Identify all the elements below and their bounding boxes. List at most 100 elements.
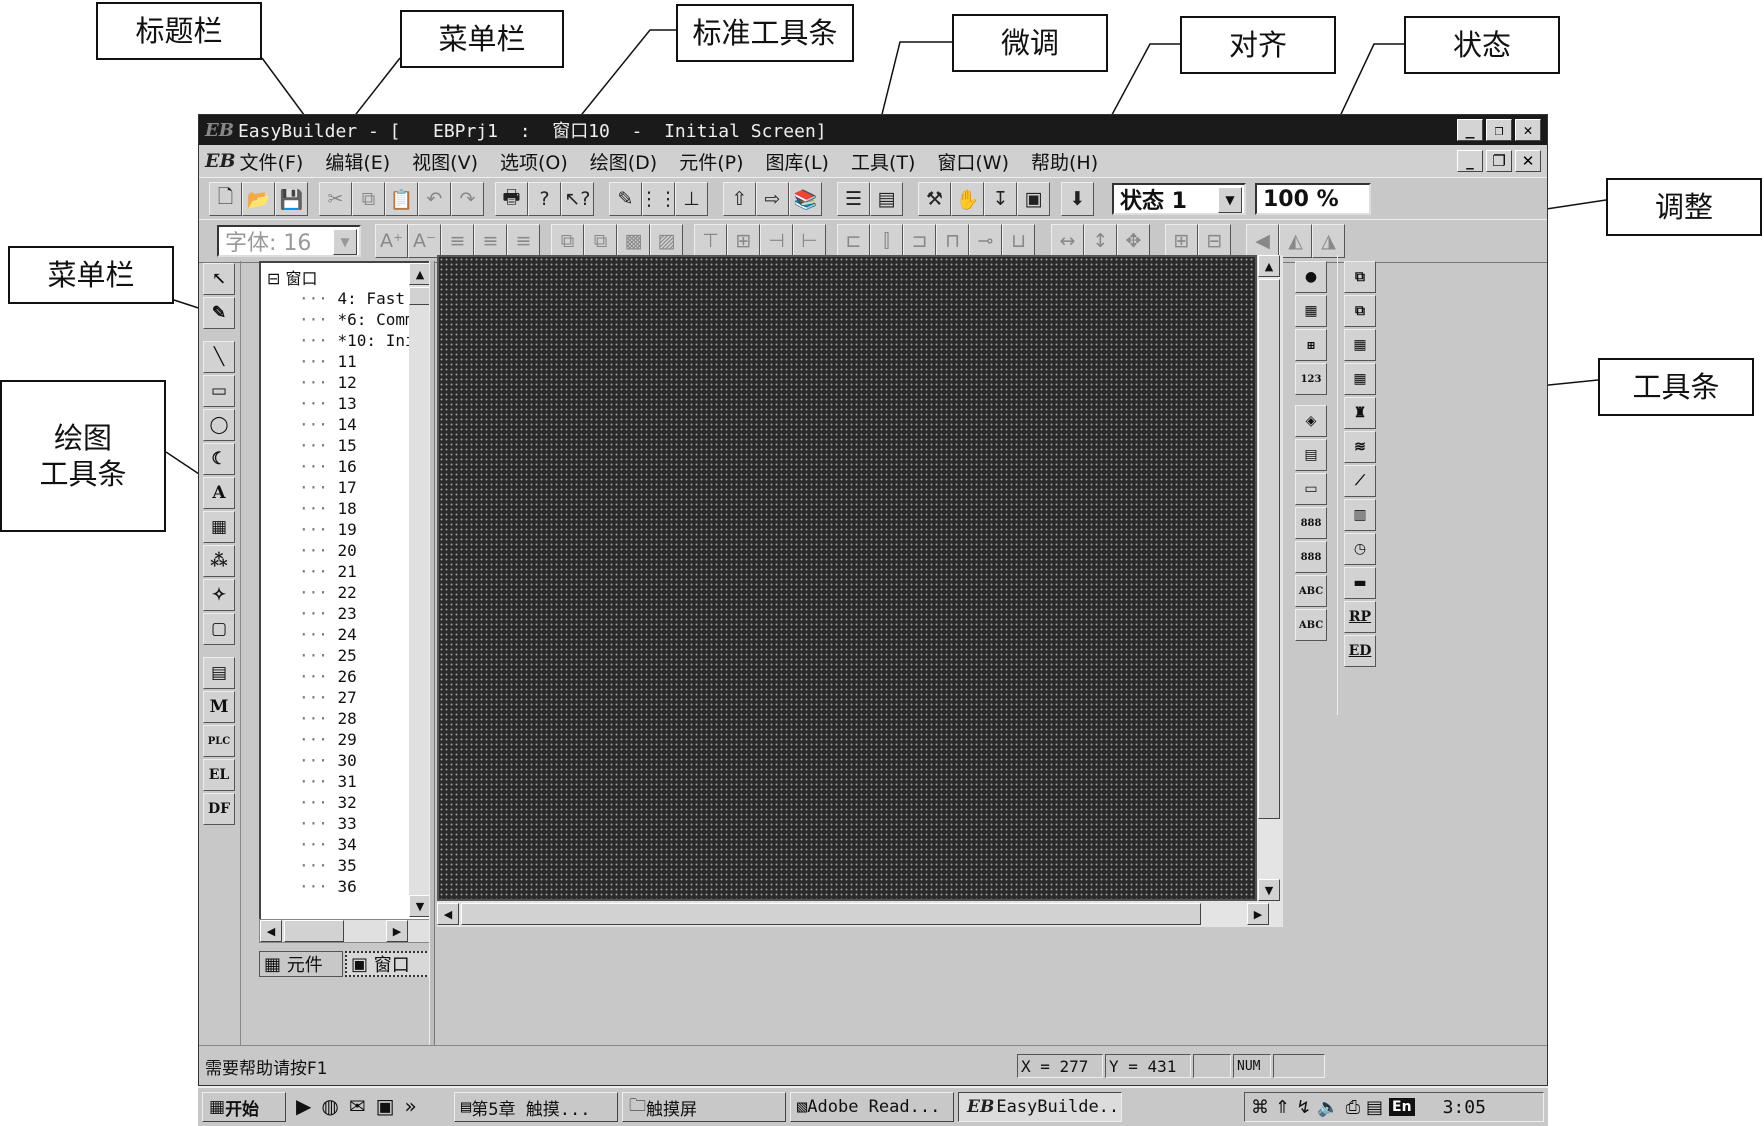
- tree-item[interactable]: ··· 31: [299, 772, 357, 793]
- start-button[interactable]: ▦ 开始: [202, 1092, 286, 1122]
- arc-icon[interactable]: ☾: [203, 443, 235, 475]
- tray-hook-icon[interactable]: ↯: [1296, 1097, 1311, 1118]
- same-size-icon[interactable]: ✥: [1117, 224, 1150, 258]
- tree-item[interactable]: ··· *6: Comme: [299, 310, 424, 331]
- align-top-icon[interactable]: ⊓: [936, 224, 969, 258]
- doc-restore-button[interactable]: ❐: [1486, 150, 1512, 172]
- nudge-right-icon[interactable]: ⊢: [793, 224, 826, 258]
- select-arrow-icon[interactable]: ↖: [203, 263, 235, 295]
- font-larger-icon[interactable]: A⁺: [375, 224, 408, 258]
- message-display-icon[interactable]: ▦: [1344, 329, 1376, 361]
- menu-draw[interactable]: 绘图(D): [590, 148, 657, 175]
- window-layers-icon[interactable]: ⧉: [1344, 295, 1376, 327]
- tree-item[interactable]: ··· 27: [299, 688, 357, 709]
- quick-launch-more[interactable]: »: [405, 1094, 417, 1122]
- scroll-left-icon[interactable]: ◀: [260, 920, 282, 942]
- polygon-icon[interactable]: ✧: [203, 579, 235, 611]
- note-icon[interactable]: ▤: [203, 657, 235, 689]
- tree-item[interactable]: ··· 33: [299, 814, 357, 835]
- tree-item[interactable]: ··· 34: [299, 835, 357, 856]
- list-icon[interactable]: ☰: [837, 182, 870, 216]
- send-back-icon[interactable]: ⧉: [584, 224, 617, 258]
- line-icon[interactable]: ╲: [203, 341, 235, 373]
- align-right-icon[interactable]: ≡: [507, 224, 540, 258]
- pane-splitter[interactable]: [429, 261, 435, 1045]
- save-icon[interactable]: 💾: [275, 182, 308, 216]
- restore-button[interactable]: ❐: [1486, 119, 1512, 141]
- indirect-window-icon[interactable]: ◈: [1295, 405, 1327, 437]
- tree-item[interactable]: ··· 28: [299, 709, 357, 730]
- menu-options[interactable]: 选项(O): [500, 148, 568, 175]
- align-left-edge-icon[interactable]: ⊏: [837, 224, 870, 258]
- tree-hscrollbar[interactable]: ◀ ▶: [259, 919, 431, 943]
- tree-item[interactable]: ··· 32: [299, 793, 357, 814]
- ascii-input-icon[interactable]: ABC: [1295, 609, 1327, 641]
- bar-graph-icon[interactable]: ▥: [1344, 499, 1376, 531]
- tree-item[interactable]: ··· 22: [299, 583, 357, 604]
- tree-item[interactable]: ··· 17: [299, 478, 357, 499]
- align-left-icon[interactable]: ≡: [441, 224, 474, 258]
- bring-front-icon[interactable]: ⧉: [551, 224, 584, 258]
- tray-network-icon[interactable]: ⌘: [1251, 1097, 1269, 1118]
- align-vcenter-icon[interactable]: ⊸: [969, 224, 1002, 258]
- task-folder[interactable]: 🗀 触摸屏: [622, 1092, 786, 1122]
- menu-tools[interactable]: 工具(T): [851, 148, 915, 175]
- title-bar[interactable]: EB EasyBuilder - [ EBPrj1 : 窗口10 - Initi…: [199, 115, 1547, 145]
- ascii-display-icon[interactable]: ABC: [1295, 575, 1327, 607]
- scroll-up-icon[interactable]: ▲: [409, 263, 431, 285]
- frame-icon[interactable]: ▢: [203, 613, 235, 645]
- circle-icon[interactable]: ◯: [203, 409, 235, 441]
- numeric-input-b-icon[interactable]: 888: [1295, 541, 1327, 573]
- printer-config-icon[interactable]: ▣: [1017, 182, 1050, 216]
- tree-item[interactable]: ··· 4: Fast: [299, 289, 405, 310]
- fine-tune-icon[interactable]: ⇨: [756, 182, 789, 216]
- desktop-icon[interactable]: ▣: [376, 1094, 395, 1122]
- xy-plot-icon[interactable]: ⟋: [1344, 465, 1376, 497]
- tree-item[interactable]: ··· 35: [299, 856, 357, 877]
- tree-item[interactable]: ··· 15: [299, 436, 357, 457]
- task-easybuilder[interactable]: EB EasyBuilde...: [958, 1092, 1122, 1122]
- brush-icon[interactable]: ✎: [203, 297, 235, 329]
- nudge-up-icon[interactable]: ⊤: [694, 224, 727, 258]
- tree-item[interactable]: ··· 19: [299, 520, 357, 541]
- tree-item[interactable]: ··· 14: [299, 415, 357, 436]
- tree-item[interactable]: ··· 13: [299, 394, 357, 415]
- mirror-v-icon[interactable]: ◮: [1312, 224, 1345, 258]
- doc-minimize-button[interactable]: _: [1457, 150, 1483, 172]
- chevron-down-icon[interactable]: ▼: [333, 229, 357, 255]
- context-help-icon[interactable]: ↖?: [561, 182, 594, 216]
- minimize-button[interactable]: _: [1457, 119, 1483, 141]
- tree-item[interactable]: ··· 21: [299, 562, 357, 583]
- sort-icon[interactable]: ↧: [984, 182, 1017, 216]
- doc-close-button[interactable]: ✕: [1515, 150, 1541, 172]
- group-icon[interactable]: ▩: [617, 224, 650, 258]
- rectangle-icon[interactable]: ▭: [203, 375, 235, 407]
- scroll-right-icon[interactable]: ▶: [386, 920, 408, 942]
- font-select[interactable]: 字体: 16 ▼: [217, 225, 361, 257]
- flip-icon[interactable]: ◀: [1246, 224, 1279, 258]
- canvas-hscroll-thumb[interactable]: [461, 903, 1201, 925]
- chevron-down-icon[interactable]: ▼: [1218, 187, 1242, 213]
- tree-item[interactable]: ··· *10: Init: [299, 331, 424, 352]
- df-icon[interactable]: DF: [203, 793, 235, 825]
- ed-icon[interactable]: ED: [1344, 635, 1376, 667]
- alarm-icon[interactable]: ♜: [1344, 397, 1376, 429]
- canvas-vscroll-thumb[interactable]: [1258, 279, 1280, 819]
- el-icon[interactable]: EL: [203, 759, 235, 791]
- window-tree[interactable]: ⊟ 窗口 ··· 4: Fast ··· *6: Comme ··· *10: In…: [259, 261, 435, 923]
- print-icon[interactable]: 🖶: [495, 182, 528, 216]
- nudge-down-icon[interactable]: ⊞: [727, 224, 760, 258]
- task-adobe-reader[interactable]: ▧ Adobe Read...: [790, 1092, 954, 1122]
- hammer-icon[interactable]: ⚒: [918, 182, 951, 216]
- align-center-icon[interactable]: ≡: [474, 224, 507, 258]
- same-height-icon[interactable]: ↕: [1084, 224, 1117, 258]
- canvas-hscrollbar[interactable]: ◀ ▶: [437, 901, 1283, 927]
- tree-root[interactable]: ⊟ 窗口: [267, 265, 318, 288]
- tree-scroll-thumb[interactable]: [409, 287, 431, 305]
- paste-icon[interactable]: 📋: [385, 182, 418, 216]
- plc-icon[interactable]: PLC: [203, 725, 235, 757]
- tree-item[interactable]: ··· 29: [299, 730, 357, 751]
- scroll-down-icon[interactable]: ▼: [1258, 879, 1280, 901]
- same-width-icon[interactable]: ↔: [1051, 224, 1084, 258]
- help-icon[interactable]: ?: [528, 182, 561, 216]
